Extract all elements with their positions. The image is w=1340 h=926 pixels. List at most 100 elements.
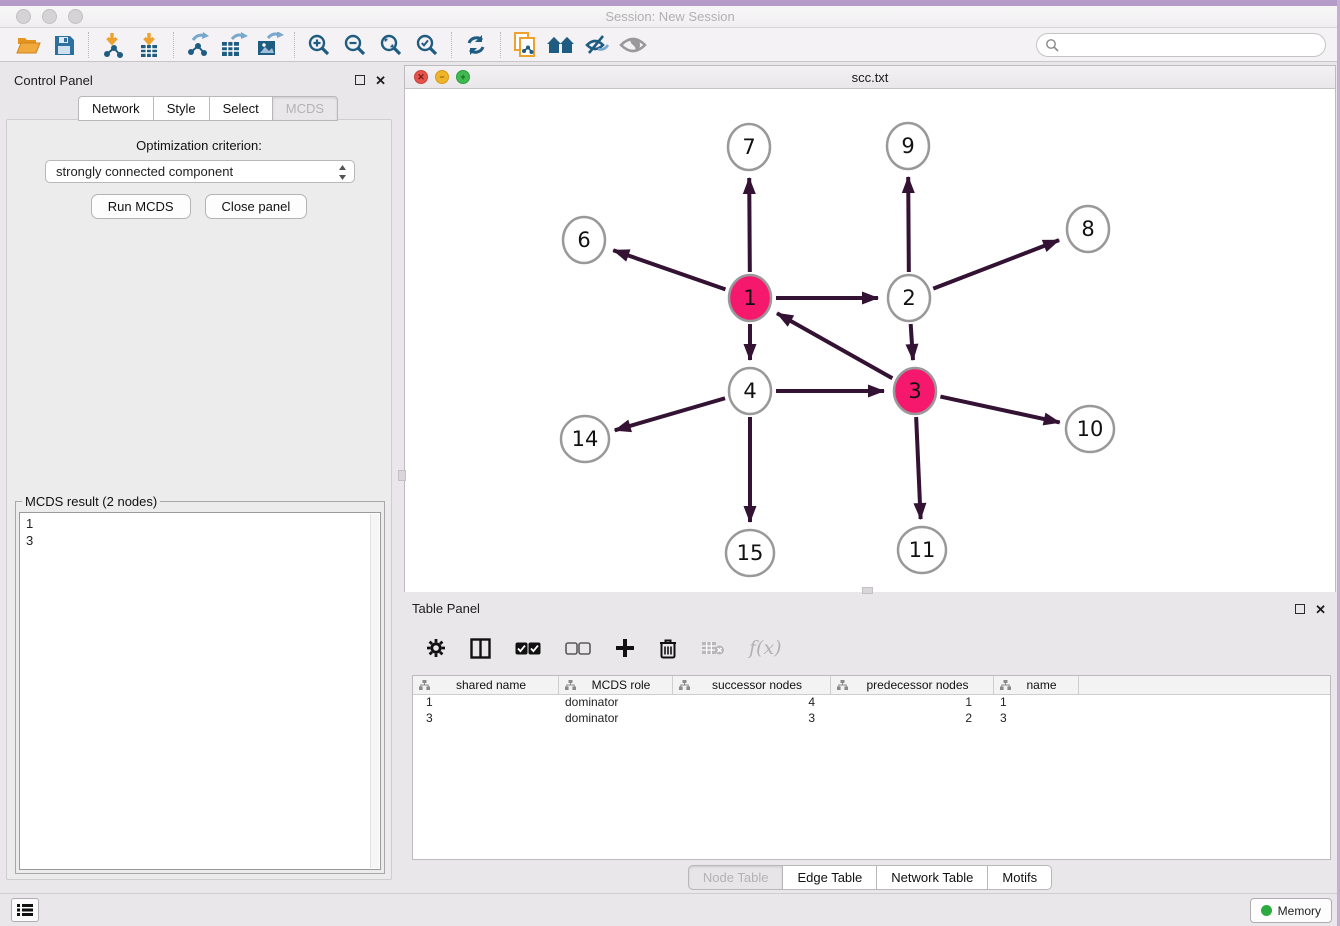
network-window-titlebar[interactable]: ✕ − + scc.txt bbox=[405, 66, 1335, 89]
table-toolbar: f(x) bbox=[412, 628, 1331, 668]
table-panel-float-icon[interactable] bbox=[1295, 604, 1305, 614]
export-image-icon[interactable] bbox=[252, 31, 288, 59]
session-title: Session: New Session bbox=[605, 9, 734, 24]
task-history-button[interactable] bbox=[11, 898, 39, 922]
search-field[interactable] bbox=[1036, 33, 1326, 57]
network-canvas[interactable]: 7968124314101511 bbox=[405, 89, 1335, 592]
edge-2-9[interactable] bbox=[908, 177, 909, 272]
table-cell[interactable]: 1 bbox=[994, 695, 1079, 711]
edge-3-11[interactable] bbox=[916, 417, 920, 519]
show-columns-icon[interactable] bbox=[470, 634, 491, 662]
table-cell[interactable]: dominator bbox=[559, 711, 673, 727]
save-session-icon[interactable] bbox=[46, 31, 82, 59]
hide-selected-icon[interactable] bbox=[579, 31, 615, 59]
toolbar-separator bbox=[88, 32, 89, 58]
edge-3-1[interactable] bbox=[777, 313, 892, 378]
edge-4-14[interactable] bbox=[615, 398, 725, 430]
apply-function-icon[interactable]: f(x) bbox=[749, 634, 782, 662]
memory-button[interactable]: Memory bbox=[1250, 898, 1332, 923]
node-label-3: 3 bbox=[908, 379, 921, 403]
node-label-9: 9 bbox=[901, 134, 914, 158]
node-label-14: 14 bbox=[572, 427, 599, 451]
network-minimize-button[interactable]: − bbox=[435, 70, 449, 84]
fit-content-icon[interactable] bbox=[373, 31, 409, 59]
tab-style[interactable]: Style bbox=[153, 96, 209, 121]
edge-3-10[interactable] bbox=[940, 397, 1059, 423]
network-title: scc.txt bbox=[852, 70, 889, 85]
network-maximize-button[interactable]: + bbox=[456, 70, 470, 84]
window-controls bbox=[16, 9, 83, 24]
zoom-in-icon[interactable] bbox=[301, 31, 337, 59]
close-panel-button[interactable]: Close panel bbox=[205, 194, 308, 219]
column-header-MCDS-role[interactable]: MCDS role bbox=[559, 676, 673, 694]
node-label-1: 1 bbox=[743, 286, 756, 310]
delete-row-trash-icon[interactable] bbox=[659, 634, 677, 662]
table-row[interactable]: 3dominator323 bbox=[413, 711, 1330, 727]
edge-2-3[interactable] bbox=[911, 324, 913, 360]
clone-network-icon[interactable] bbox=[507, 31, 543, 59]
import-table-icon[interactable] bbox=[131, 31, 167, 59]
sitemap-icon bbox=[679, 680, 690, 690]
export-table-icon[interactable] bbox=[216, 31, 252, 59]
control-panel-close-icon[interactable]: ✕ bbox=[375, 74, 386, 87]
vertical-splitter-grip[interactable] bbox=[398, 470, 406, 481]
mcds-result-legend: MCDS result (2 nodes) bbox=[22, 494, 160, 509]
search-input[interactable] bbox=[1063, 38, 1303, 52]
node-label-11: 11 bbox=[909, 538, 936, 562]
zoom-selected-icon[interactable] bbox=[409, 31, 445, 59]
add-row-icon[interactable] bbox=[615, 634, 635, 662]
column-header-successor-nodes[interactable]: successor nodes bbox=[673, 676, 831, 694]
tab-mcds[interactable]: MCDS bbox=[272, 96, 338, 121]
show-all-eye-icon[interactable] bbox=[615, 31, 651, 59]
table-cell[interactable]: 2 bbox=[831, 711, 994, 727]
table-cell[interactable]: 3 bbox=[994, 711, 1079, 727]
table-cell[interactable]: 3 bbox=[673, 711, 831, 727]
table-header-row: shared nameMCDS rolesuccessor nodesprede… bbox=[413, 676, 1330, 695]
column-header-predecessor-nodes[interactable]: predecessor nodes bbox=[831, 676, 994, 694]
mcds-result-list[interactable]: 1 3 bbox=[19, 512, 381, 870]
control-panel-float-icon[interactable] bbox=[355, 75, 365, 85]
table-cell[interactable]: 1 bbox=[831, 695, 994, 711]
export-network-icon[interactable] bbox=[180, 31, 216, 59]
table-panel-close-icon[interactable]: ✕ bbox=[1315, 603, 1326, 616]
import-network-icon[interactable] bbox=[95, 31, 131, 59]
edge-1-6[interactable] bbox=[613, 250, 725, 289]
table-cell[interactable]: 1 bbox=[413, 695, 559, 711]
optimization-criterion-select[interactable]: strongly connected component bbox=[45, 160, 355, 183]
run-mcds-button[interactable]: Run MCDS bbox=[91, 194, 191, 219]
edge-2-8[interactable] bbox=[933, 240, 1059, 288]
memory-label: Memory bbox=[1278, 904, 1321, 918]
node-label-7: 7 bbox=[742, 135, 755, 159]
tab-node-table[interactable]: Node Table bbox=[688, 865, 783, 890]
delete-column-icon[interactable] bbox=[701, 634, 725, 662]
zoom-out-icon[interactable] bbox=[337, 31, 373, 59]
window-minimize-button[interactable] bbox=[42, 9, 57, 24]
sitemap-icon bbox=[419, 680, 430, 690]
horizontal-splitter-grip[interactable] bbox=[862, 587, 873, 594]
tab-network[interactable]: Network bbox=[78, 96, 153, 121]
tab-network-table[interactable]: Network Table bbox=[876, 865, 987, 890]
sitemap-icon bbox=[837, 680, 848, 690]
window-close-button[interactable] bbox=[16, 9, 31, 24]
column-header-name[interactable]: name bbox=[994, 676, 1079, 694]
table-cell[interactable]: 3 bbox=[413, 711, 559, 727]
network-close-button[interactable]: ✕ bbox=[414, 70, 428, 84]
table-cell[interactable]: 4 bbox=[673, 695, 831, 711]
node-label-2: 2 bbox=[902, 286, 915, 310]
apply-layout-icon[interactable] bbox=[458, 31, 494, 59]
first-neighbors-icon[interactable] bbox=[543, 31, 579, 59]
tab-motifs[interactable]: Motifs bbox=[987, 865, 1052, 890]
deselect-all-checkboxes-icon[interactable] bbox=[565, 634, 591, 662]
table-options-gear-icon[interactable] bbox=[426, 634, 446, 662]
window-zoom-button[interactable] bbox=[68, 9, 83, 24]
table-cell[interactable]: dominator bbox=[559, 695, 673, 711]
result-scrollbar[interactable] bbox=[370, 514, 379, 868]
tab-edge-table[interactable]: Edge Table bbox=[782, 865, 876, 890]
tab-select[interactable]: Select bbox=[209, 96, 272, 121]
optimization-criterion-value: strongly connected component bbox=[56, 164, 233, 179]
open-session-icon[interactable] bbox=[10, 31, 46, 59]
select-all-checkboxes-icon[interactable] bbox=[515, 634, 541, 662]
table-row[interactable]: 1dominator411 bbox=[413, 695, 1330, 711]
edge-1-7[interactable] bbox=[749, 178, 750, 272]
column-header-shared-name[interactable]: shared name bbox=[413, 676, 559, 694]
